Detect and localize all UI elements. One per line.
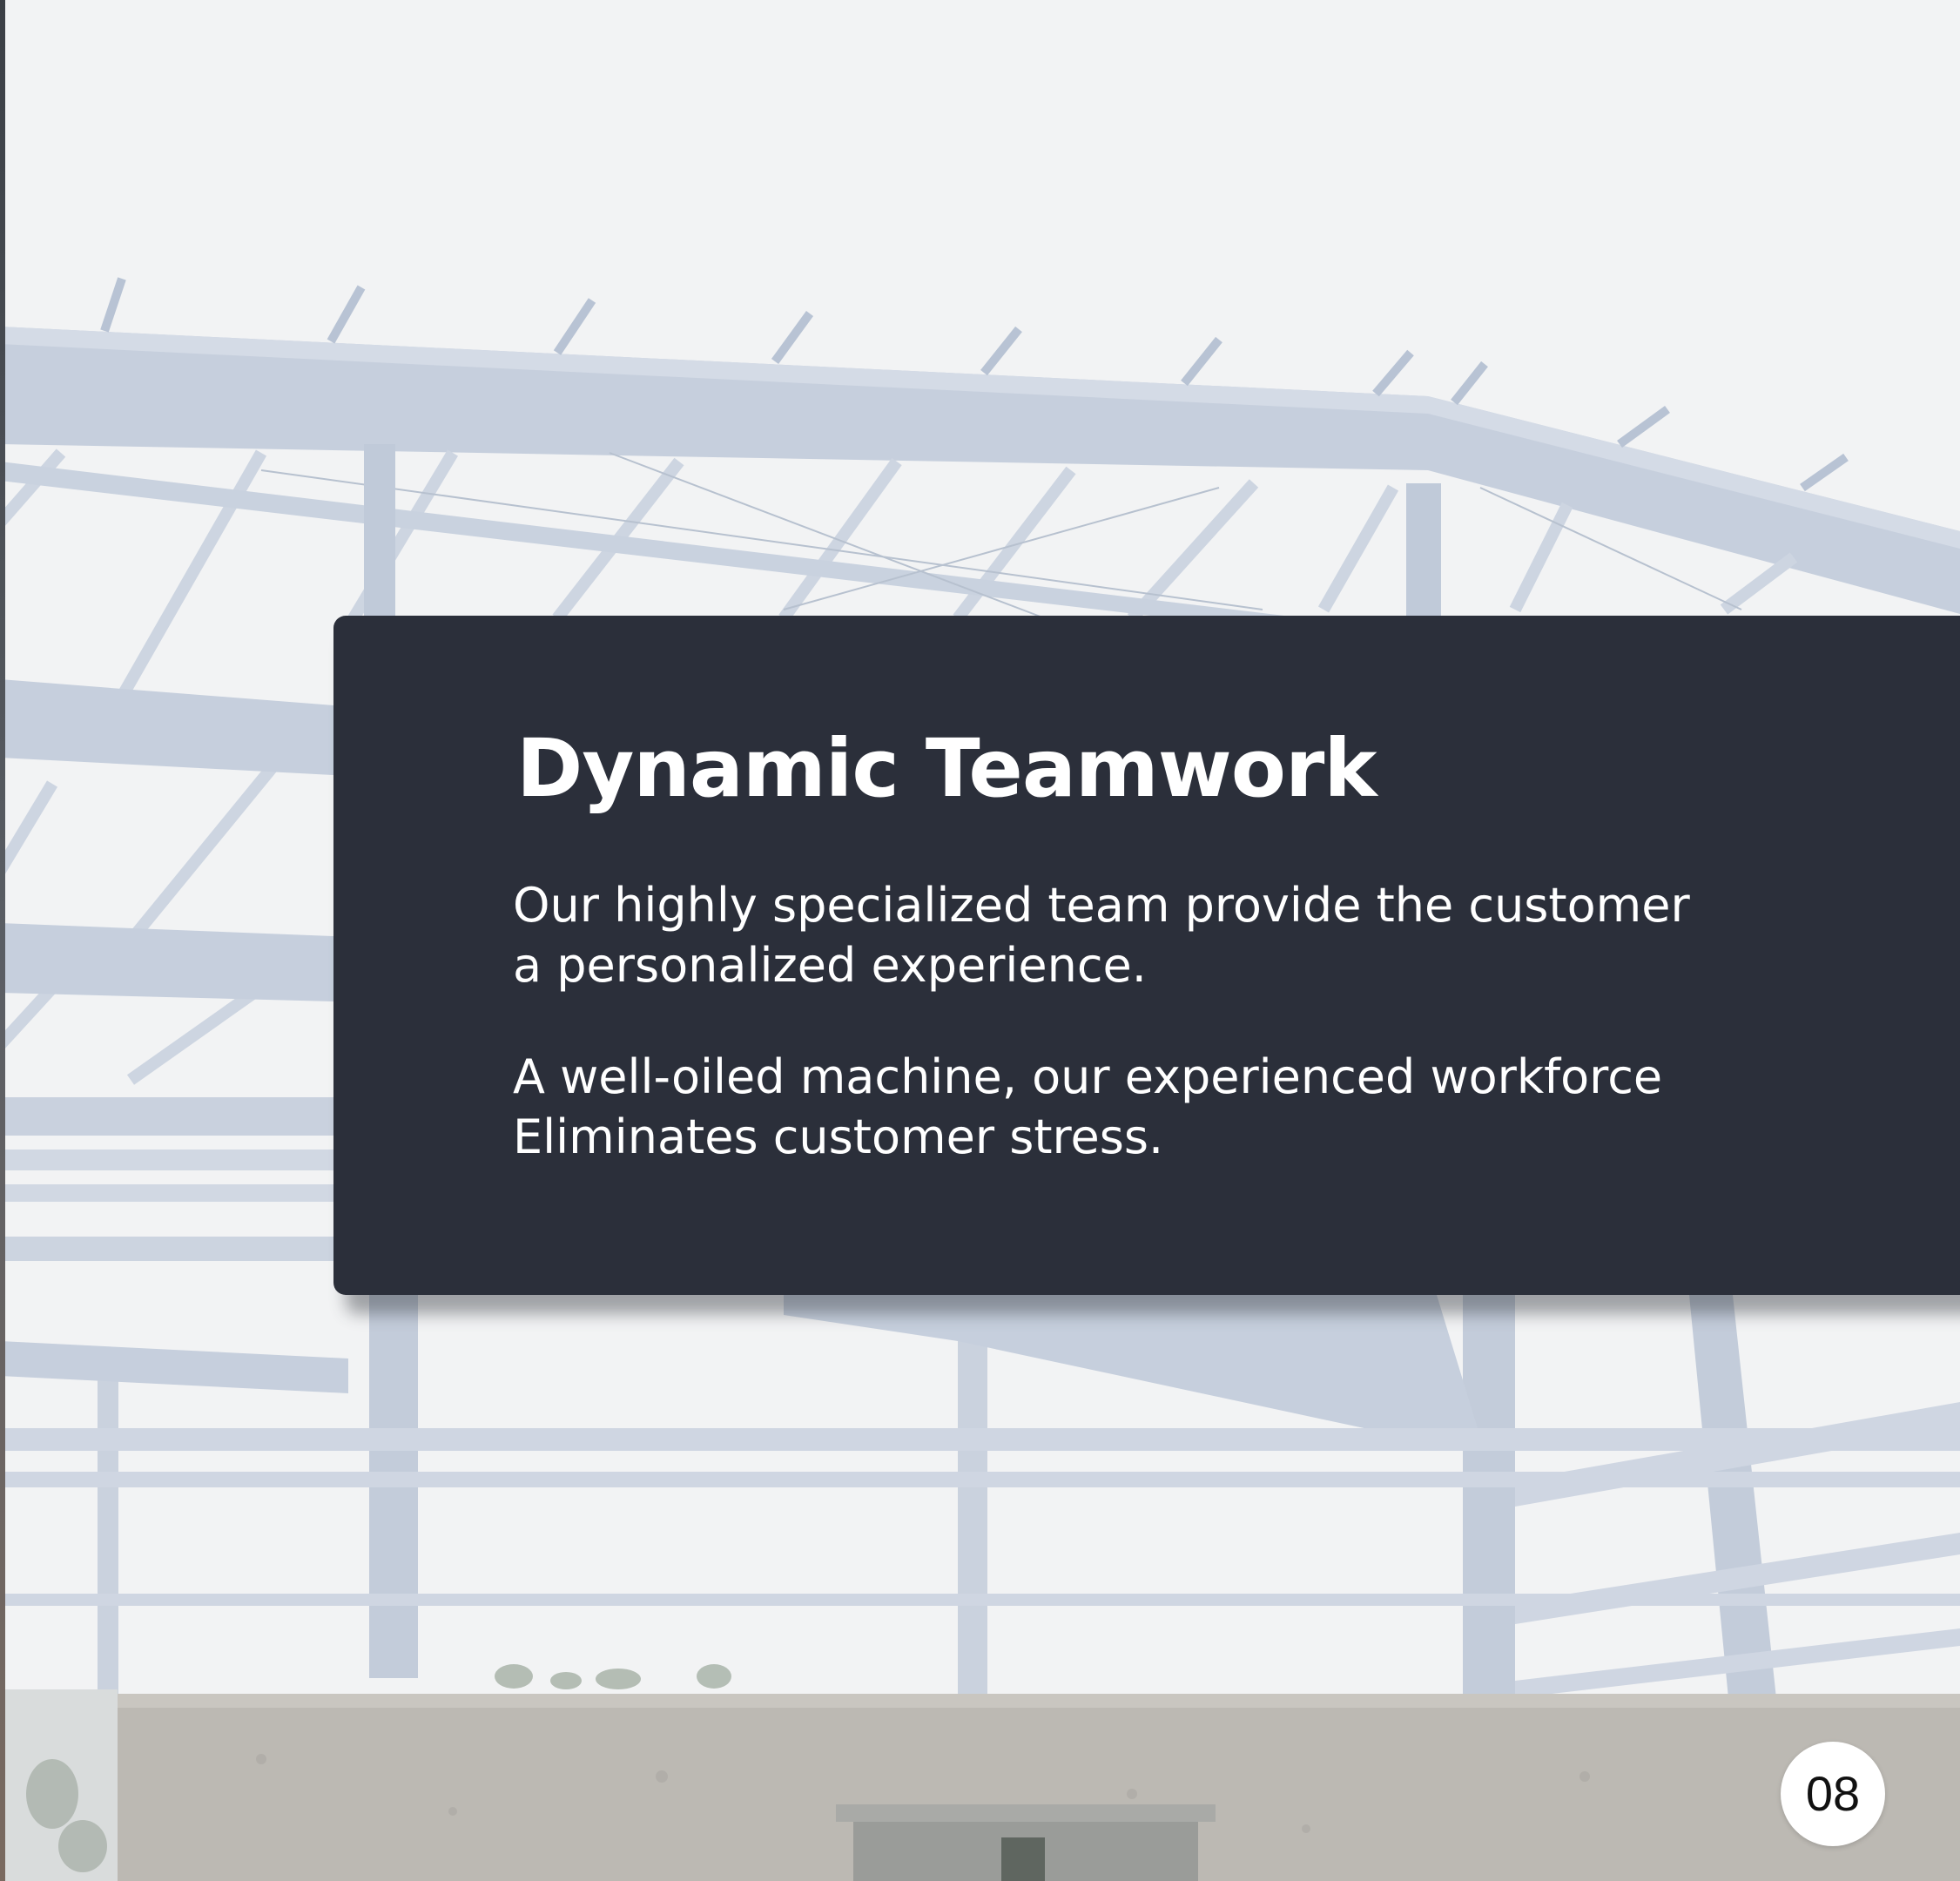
card-paragraph-1-line-2: a personalized experience. [513, 938, 1147, 993]
card-paragraph-1: Our highly specialized team provide the … [513, 875, 1714, 995]
card-paragraph-2-line-1: A well-oiled machine, our experienced wo… [513, 1049, 1663, 1104]
card-paragraph-2: A well-oiled machine, our experienced wo… [513, 1047, 1714, 1167]
card-title: Dynamic Teamwork [516, 722, 1377, 815]
page-number-badge: 08 [1781, 1742, 1885, 1846]
content-card: Dynamic Teamwork Our highly specialized … [333, 616, 1960, 1295]
page: Dynamic Teamwork Our highly specialized … [0, 0, 1960, 1881]
card-paragraph-1-line-1: Our highly specialized team provide the … [513, 878, 1690, 933]
left-edge-strip [0, 0, 5, 1881]
card-paragraph-2-line-2: Eliminates customer stress. [513, 1109, 1164, 1164]
